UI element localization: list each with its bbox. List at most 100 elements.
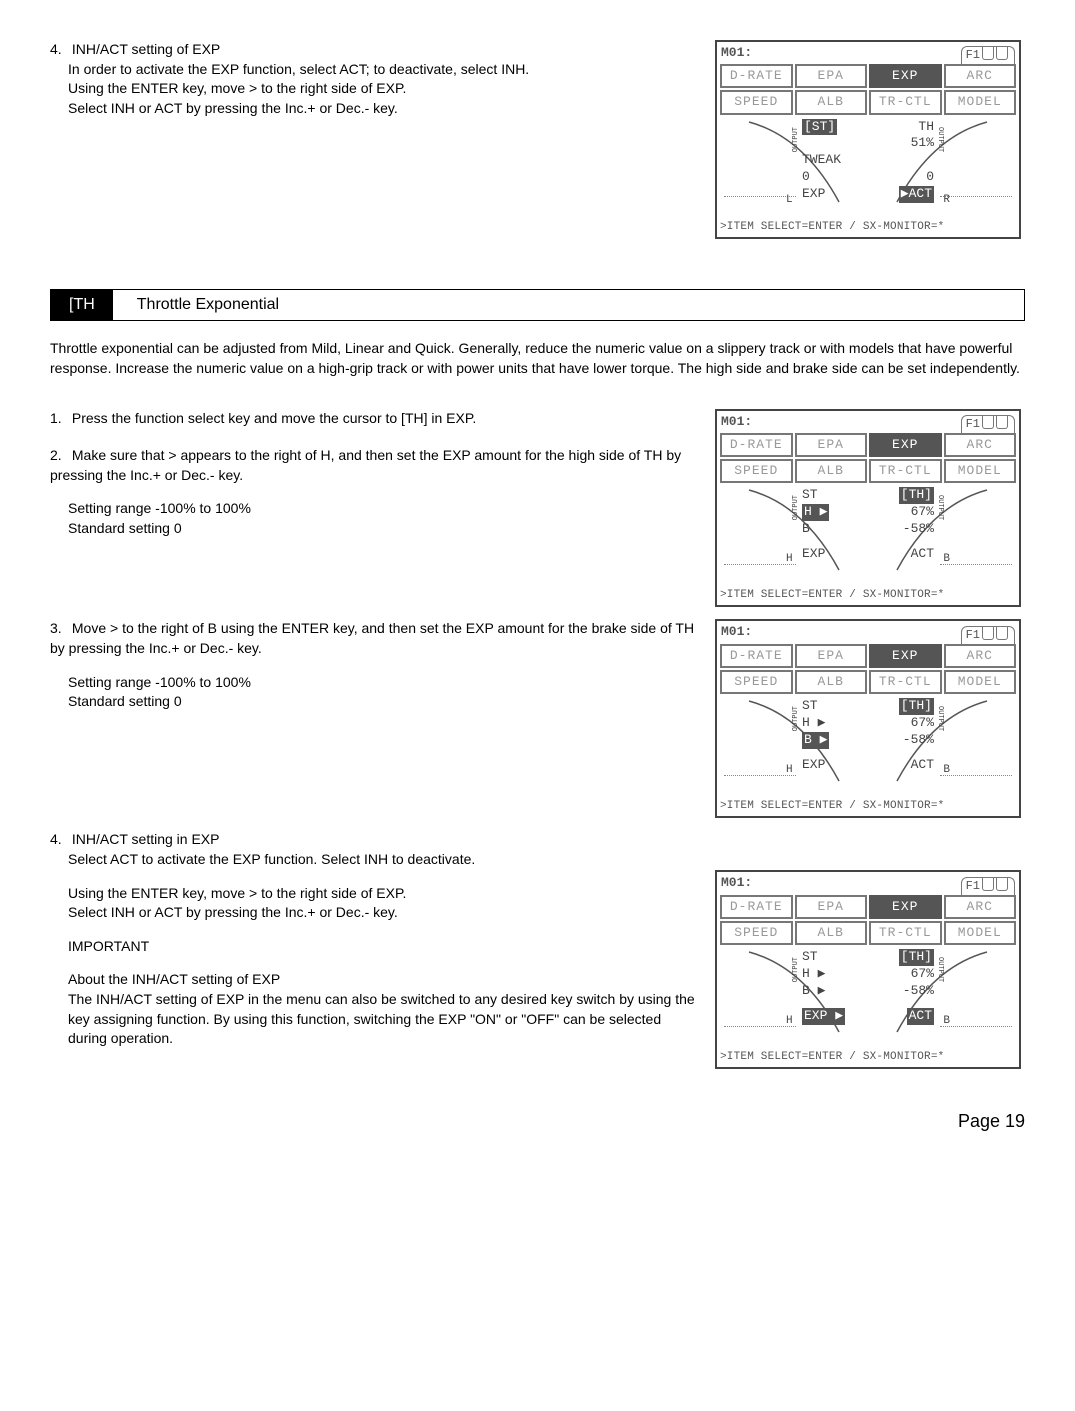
lcd-tab: EPA (795, 64, 868, 88)
lcd-f1-tab: F1 (961, 626, 1015, 644)
lcd-axis-label: H (786, 552, 793, 566)
lcd-tab: ALB (795, 90, 868, 114)
lcd-status-line: >ITEM SELECT=ENTER / SX-MONITOR=* (717, 1049, 1019, 1067)
lcd-tab: SPEED (720, 921, 793, 945)
lcd-axis-label: B (943, 552, 950, 566)
item-text: Make sure that > appears to the right of… (50, 447, 681, 483)
lcd-f1-tab: F1 (961, 877, 1015, 895)
item-text: Move > to the right of B using the ENTER… (50, 620, 694, 656)
lcd-tab: MODEL (944, 459, 1017, 483)
lcd-axis-label: L (786, 193, 793, 207)
setting-range: Setting range -100% to 100% (68, 673, 695, 693)
lcd-tab: ARC (944, 895, 1017, 919)
lcd-axis-label: H (786, 1014, 793, 1028)
lcd-tab: MODEL (944, 921, 1017, 945)
lcd-tab-active: EXP (869, 433, 942, 457)
lcd-tab-active: EXP (869, 644, 942, 668)
lcd-value: [TH] (899, 949, 934, 966)
lcd-tab: TR-CTL (869, 459, 942, 483)
lcd-model: M01: (721, 44, 957, 64)
lcd-tab: D-RATE (720, 895, 793, 919)
item-heading: INH/ACT setting of EXP (72, 41, 220, 57)
output-label: OUTPUT (935, 706, 944, 731)
item-number: 4. (50, 40, 68, 60)
output-label: OUTPUT (935, 957, 944, 982)
lcd-screenshot: M01: F1 D-RATE EPA EXP ARC SPEED ALB TR-… (715, 870, 1021, 1069)
lcd-value: 67% (911, 504, 934, 521)
item-line: Using the ENTER key, move > to the right… (68, 884, 695, 904)
section-title: Throttle Exponential (113, 290, 303, 320)
output-label: OUTPUT (935, 495, 944, 520)
lcd-axis-label: H (786, 763, 793, 777)
lcd-value: EXP (802, 757, 825, 774)
standard-setting: Standard setting 0 (68, 692, 695, 712)
lcd-f1-tab: F1 (961, 46, 1015, 64)
lcd-value: B ▶ (802, 732, 829, 749)
lcd-value: 0 (926, 169, 934, 186)
lcd-tab: EPA (795, 433, 868, 457)
lcd-tab: ARC (944, 64, 1017, 88)
lcd-value: ST (802, 698, 818, 715)
item-heading: INH/ACT setting in EXP (72, 831, 220, 847)
lcd-tab: TR-CTL (869, 90, 942, 114)
item-line: Select INH or ACT by pressing the Inc.+ … (68, 903, 695, 923)
lcd-value: B (802, 521, 810, 538)
lcd-axis-label: B (943, 763, 950, 777)
lcd-tab: ALB (795, 459, 868, 483)
lcd-tab: EPA (795, 895, 868, 919)
lcd-tab: MODEL (944, 90, 1017, 114)
lcd-tab: SPEED (720, 459, 793, 483)
output-label: OUTPUT (935, 127, 944, 152)
page-number: Page 19 (50, 1109, 1025, 1134)
lcd-tab: SPEED (720, 670, 793, 694)
output-label: OUTPUT (792, 957, 801, 982)
lcd-tab: TR-CTL (869, 921, 942, 945)
lcd-value: [ST] (802, 119, 837, 136)
about-text: The INH/ACT setting of EXP in the menu c… (68, 990, 695, 1049)
lcd-screenshot: M01: F1 D-RATE EPA EXP ARC SPEED ALB TR-… (715, 40, 1021, 239)
lcd-tab: EPA (795, 644, 868, 668)
lcd-value: ACT (911, 757, 934, 774)
lcd-model: M01: (721, 623, 957, 643)
lcd-value: H ▶ (802, 966, 825, 983)
lcd-value: -58% (903, 521, 934, 538)
lcd-value: ST (802, 949, 818, 966)
item-number: 3. (50, 619, 68, 639)
about-heading: About the INH/ACT setting of EXP (68, 970, 695, 990)
output-label: OUTPUT (792, 706, 801, 731)
lcd-axis-label: B (943, 1014, 950, 1028)
item-text: Press the function select key and move t… (72, 410, 476, 426)
lcd-value: 67% (911, 966, 934, 983)
lcd-value: 0 (802, 169, 810, 186)
lcd-value: 51% (911, 135, 934, 152)
output-label: OUTPUT (792, 495, 801, 520)
lcd-value: TWEAK (802, 152, 841, 169)
lcd-tab: SPEED (720, 90, 793, 114)
lcd-value: B ▶ (802, 983, 825, 1000)
lcd-value: EXP (802, 546, 825, 563)
lcd-model: M01: (721, 413, 957, 433)
output-label: OUTPUT (792, 127, 801, 152)
lcd-tab: D-RATE (720, 433, 793, 457)
important-label: IMPORTANT (68, 937, 695, 957)
lcd-tab: D-RATE (720, 64, 793, 88)
item-number: 2. (50, 446, 68, 466)
standard-setting: Standard setting 0 (68, 519, 695, 539)
lcd-value: [TH] (899, 698, 934, 715)
lcd-tab: ALB (795, 670, 868, 694)
lcd-value: ACT (911, 546, 934, 563)
lcd-screenshot: M01: F1 D-RATE EPA EXP ARC SPEED ALB TR-… (715, 619, 1021, 818)
lcd-status-line: >ITEM SELECT=ENTER / SX-MONITOR=* (717, 798, 1019, 816)
item-line: Select ACT to activate the EXP function.… (68, 850, 695, 870)
lcd-value: ACT (907, 1008, 934, 1025)
item-line: Select INH or ACT by pressing the Inc.+ … (68, 99, 695, 119)
lcd-tab: ALB (795, 921, 868, 945)
lcd-model: M01: (721, 874, 957, 894)
section-code: [TH (51, 290, 113, 320)
lcd-tab: D-RATE (720, 644, 793, 668)
lcd-screenshot: M01: F1 D-RATE EPA EXP ARC SPEED ALB TR-… (715, 409, 1021, 608)
lcd-f1-tab: F1 (961, 415, 1015, 433)
lcd-value: ST (802, 487, 818, 504)
intro-paragraph: Throttle exponential can be adjusted fro… (50, 339, 1025, 378)
lcd-value: TH (918, 119, 934, 136)
